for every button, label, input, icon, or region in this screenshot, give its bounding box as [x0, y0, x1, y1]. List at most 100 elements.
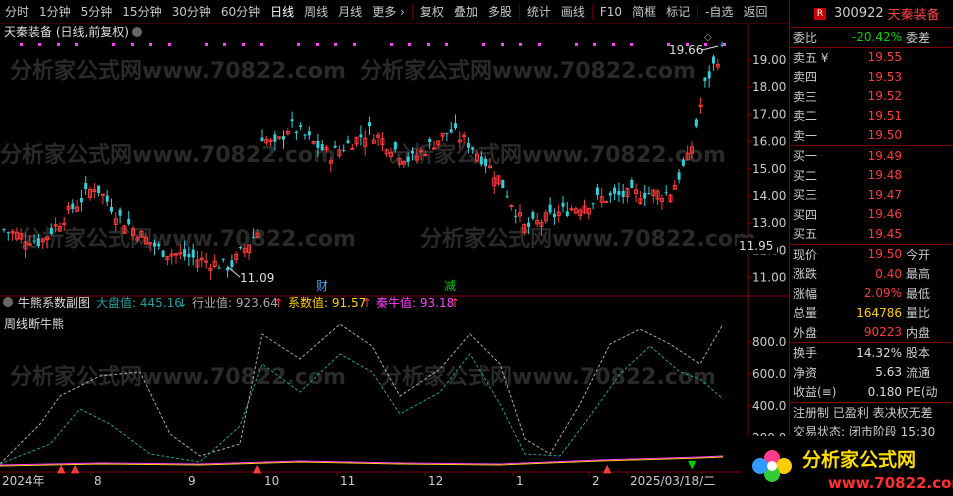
watermark-text: 分析家公式网www.70822.com: [20, 226, 356, 252]
logo-url: www.70822.com: [828, 474, 953, 492]
signal-dot: [501, 43, 504, 46]
candle-body: [643, 192, 647, 199]
candle-body: [27, 243, 32, 246]
quote-sidebar: R 300922 天秦装备 委比 -20.42% 委差 卖五 ¥ 19.55 卖四 1…: [789, 0, 953, 496]
bid-row: 买五 19.45: [790, 224, 953, 244]
ask-list: 卖五 ¥ 19.55 卖四 19.53 卖三 19.52 卖二 19.51 卖一 19.50: [790, 48, 953, 146]
toolbar-item-15[interactable]: F10: [595, 0, 627, 24]
toolbar-item-3[interactable]: 15分钟: [117, 0, 166, 24]
bid-row: 买二 19.48: [790, 166, 953, 186]
candle-body: [273, 134, 277, 142]
toolbar-item-8[interactable]: 月线: [333, 0, 367, 24]
toolbar-item-18[interactable]: -自选: [700, 0, 738, 24]
webi-row: 委比 -20.42% 委差: [790, 28, 953, 48]
toolbar-item-13[interactable]: 统计: [522, 0, 556, 24]
candle-body: [479, 156, 483, 165]
candle-body: [694, 119, 698, 127]
candle-body: [36, 238, 40, 247]
event-label: 减: [444, 279, 456, 293]
webi-label: 委比: [793, 30, 818, 45]
stat2-row: 净资 5.63 流通: [790, 363, 953, 383]
time-tick-label: 12: [428, 474, 443, 488]
candle-body: [157, 244, 161, 247]
signal-dot: [390, 43, 393, 46]
time-tick-label: 2024年: [2, 474, 45, 488]
high-price-marker: 19.66: [669, 43, 703, 57]
candle-body: [712, 56, 715, 64]
toolbar-item-0[interactable]: 分时: [0, 0, 34, 24]
toolbar-item-5[interactable]: 60分钟: [216, 0, 265, 24]
signal-dot: [334, 43, 337, 46]
signal-dot: [168, 43, 171, 46]
toolbar-item-12[interactable]: 多股: [483, 0, 517, 24]
kline-chart-svg[interactable]: 分析家公式网www.70822.com 分析家公式网www.70822.com 分析…: [0, 24, 789, 496]
toolbar-item-4[interactable]: 30分钟: [167, 0, 216, 24]
candle-body: [226, 267, 230, 271]
signal-dot: [149, 43, 152, 46]
ask-value: 19.51: [867, 108, 902, 123]
stat2-row: 收益(≡) 0.180 PE(动: [790, 382, 953, 402]
toolbar-item-16[interactable]: 简框: [627, 0, 661, 24]
candle-body: [621, 190, 625, 197]
candle-body: [204, 260, 209, 263]
candle-body: [432, 147, 436, 150]
stat-right-label: 量比: [906, 306, 931, 321]
candle-body: [49, 227, 53, 235]
toolbar-item-9[interactable]: 更多 ›: [367, 0, 410, 24]
signal-dot: [20, 43, 23, 46]
toolbar-item-6[interactable]: 日线: [265, 0, 299, 24]
candle-body: [79, 198, 83, 203]
indicator-value: 系数值: 91.57: [288, 295, 366, 310]
signal-dot: [538, 43, 541, 46]
signal-dot: [316, 43, 319, 46]
ask-row: 卖二 19.51: [790, 106, 953, 126]
toolbar-item-10[interactable]: 复权: [415, 0, 449, 24]
toolbar-item-7[interactable]: 周线: [299, 0, 333, 24]
toolbar-item-1[interactable]: 1分钟: [34, 0, 76, 24]
ask-value: 19.52: [867, 89, 902, 104]
stock-name: 天秦装备: [887, 8, 940, 23]
ask-row: 卖三 19.52: [790, 87, 953, 107]
candle-body: [294, 131, 298, 134]
ask-value: 19.55: [867, 50, 902, 65]
stat-right-label: 最低: [906, 286, 931, 301]
stat2-label: 净资: [793, 365, 818, 380]
stat-row: 涨幅 2.09% 最低: [790, 284, 953, 304]
stat-value: 0.40: [875, 266, 902, 281]
price-tick-label: 17.00: [752, 107, 786, 121]
stat2-row: 换手 14.32% 股本: [790, 343, 953, 363]
candle-body: [449, 129, 453, 133]
indicator-tick-label: 400.0: [752, 399, 786, 413]
chart-area[interactable]: 分析家公式网www.70822.com 分析家公式网www.70822.com 分析…: [0, 24, 789, 496]
candle-body: [127, 218, 131, 225]
candle-body: [187, 253, 191, 258]
signal-dot: [353, 43, 356, 46]
toolbar-item-14[interactable]: 画线: [556, 0, 590, 24]
candle-body: [350, 147, 355, 150]
stat-label: 外盘: [793, 325, 818, 340]
ask-row: 卖五 ¥ 19.55: [790, 48, 953, 68]
price-tick-label: 11.00: [752, 271, 786, 285]
stock-header: R 300922 天秦装备: [790, 0, 953, 28]
toolbar-item-2[interactable]: 5分钟: [76, 0, 118, 24]
candle-body: [393, 142, 397, 150]
toolbar-item-11[interactable]: 叠加: [449, 0, 483, 24]
bid-value: 19.47: [867, 187, 902, 202]
candle-body: [97, 185, 101, 193]
ask-value: 19.53: [867, 69, 902, 84]
signal-dot: [427, 43, 430, 46]
stat-label: 涨幅: [793, 286, 818, 301]
sell-signal-icon: ▼: [688, 458, 697, 471]
ask-value: 19.50: [867, 128, 902, 143]
toolbar-item-17[interactable]: 标记: [661, 0, 695, 24]
bid-list: 买一 19.49 买二 19.48 买三 19.47 买四 19.46 买五 19.45: [790, 146, 953, 245]
price-tick-label: 19.00: [752, 53, 786, 67]
watermark-text: 分析家公式网www.70822.com: [380, 364, 716, 390]
candle-body: [282, 136, 285, 140]
toolbar-item-19[interactable]: 返回: [738, 0, 772, 24]
stat2-label: 换手: [793, 346, 818, 361]
stat2-value: 5.63: [875, 365, 902, 380]
candle-body: [505, 196, 509, 198]
indicator-value: 行业值: 923.64: [192, 295, 278, 310]
candle-body: [406, 156, 410, 162]
